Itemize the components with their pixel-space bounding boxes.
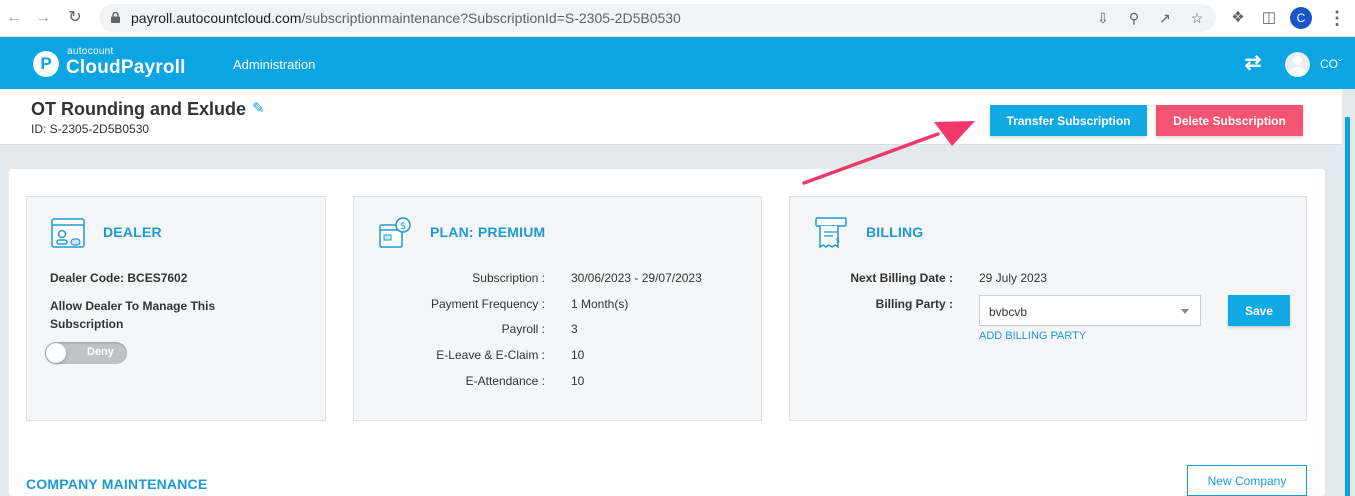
share-icon[interactable]: ↗ (1157, 10, 1173, 26)
side-panel-icon[interactable]: ◫ (1260, 9, 1278, 27)
avatar[interactable] (1285, 52, 1310, 77)
avatar-shoulders (1289, 67, 1306, 77)
plan-row-key: E-Attendance : (465, 374, 545, 388)
switch-icon[interactable]: ⇄ (1241, 53, 1265, 73)
forward-icon[interactable]: → (33, 8, 53, 28)
chevron-down-icon: ˇ (1338, 57, 1342, 71)
save-button[interactable]: Save (1228, 295, 1290, 326)
scrollbar[interactable] (1343, 89, 1355, 496)
next-billing-date-label: Next Billing Date : (850, 271, 953, 285)
plan-row: Payroll : 3 (354, 322, 763, 340)
logo-brand-small: autocount (67, 46, 114, 57)
menu-kebab-icon[interactable]: ⋮ (1328, 8, 1346, 28)
plan-row-value: 10 (571, 374, 585, 388)
url-host: payroll.autocountcloud.com (131, 10, 302, 26)
billing-party-row: Billing Party : (790, 297, 970, 315)
dealer-title: DEALER (103, 224, 162, 240)
billing-receipt-icon: $ (815, 217, 847, 249)
plan-title: PLAN: PREMIUM (430, 224, 546, 240)
allow-dealer-toggle[interactable]: Deny (45, 342, 127, 364)
plan-row: E-Attendance : 10 (354, 374, 763, 392)
scrollbar-thumb[interactable] (1345, 117, 1350, 496)
back-icon[interactable]: ← (4, 8, 24, 28)
nav-administration[interactable]: Administration (233, 57, 315, 72)
plan-row: Subscription : 30/06/2023 - 29/07/2023 (354, 271, 763, 289)
logo-icon[interactable]: P (33, 51, 59, 77)
new-company-button[interactable]: New Company (1187, 465, 1307, 496)
plan-row-value: 30/06/2023 - 29/07/2023 (571, 271, 702, 285)
next-billing-date-value: 29 July 2023 (979, 271, 1048, 285)
add-billing-party-link[interactable]: ADD BILLING PARTY (979, 330, 1086, 342)
pencil-edit-icon[interactable]: ✎ (252, 101, 268, 117)
extensions-icon[interactable]: ❖ (1229, 9, 1247, 27)
billing-next-date-row: Next Billing Date : 29 July 2023 (790, 271, 1308, 289)
dealer-panel: DEALER Dealer Code: BCES7602 Allow Deale… (26, 196, 326, 421)
reload-icon[interactable]: ↻ (65, 8, 85, 28)
delete-subscription-button[interactable]: Delete Subscription (1156, 105, 1303, 136)
billing-title: BILLING (866, 224, 924, 240)
plan-row-value: 1 Month(s) (571, 297, 629, 311)
subscription-card: DEALER Dealer Code: BCES7602 Allow Deale… (9, 169, 1325, 496)
allow-dealer-label: Allow Dealer To Manage This Subscription (50, 299, 216, 331)
dealer-code: Dealer Code: BCES7602 (50, 271, 188, 285)
plan-row-key: E-Leave & E-Claim : (436, 348, 545, 362)
transfer-subscription-button[interactable]: Transfer Subscription (990, 105, 1147, 136)
user-initials: CO (1320, 57, 1338, 71)
chevron-down-icon (1181, 309, 1189, 314)
plan-row-value: 10 (571, 348, 585, 362)
plan-invoice-icon: $ (379, 217, 411, 248)
billing-party-value: bvbcvb (989, 305, 1028, 319)
toggle-label: Deny (87, 346, 114, 358)
lock-icon[interactable] (111, 12, 120, 23)
logo-brand-main[interactable]: CloudPayroll (66, 57, 186, 79)
plan-row-key: Payment Frequency : (430, 297, 545, 311)
billing-panel: $ BILLING Next Billing Date : 29 July 20… (789, 196, 1307, 421)
plan-row-value: 3 (571, 322, 578, 336)
plan-row: E-Leave & E-Claim : 10 (354, 348, 763, 366)
address-bar[interactable]: payroll.autocountcloud.com/subscriptionm… (99, 4, 1216, 32)
dealer-card-icon (51, 218, 85, 248)
user-menu[interactable]: COˇ (1320, 57, 1342, 71)
url-path: /subscriptionmaintenance?SubscriptionId=… (301, 10, 681, 26)
plan-row-key: Subscription : (472, 271, 545, 285)
browser-toolbar: ← → ↻ payroll.autocountcloud.com/subscri… (0, 0, 1355, 37)
download-icon[interactable]: ⇩ (1095, 10, 1111, 26)
svg-text:$: $ (835, 236, 840, 245)
plan-row-key: Payroll : (501, 322, 545, 336)
svg-text:$: $ (400, 221, 406, 232)
company-maintenance-title: COMPANY MAINTENANCE (26, 476, 208, 492)
billing-party-label: Billing Party : (875, 297, 953, 311)
browser-profile-avatar[interactable]: C (1290, 7, 1312, 29)
app-header: P autocount CloudPayroll Administration … (0, 37, 1355, 89)
page-title: OT Rounding and Exlude (31, 99, 246, 119)
avatar-head (1293, 56, 1302, 65)
zoom-icon[interactable]: ⚲ (1126, 10, 1142, 26)
bookmark-star-icon[interactable]: ☆ (1189, 10, 1205, 26)
toggle-knob (46, 343, 66, 363)
plan-row: Payment Frequency : 1 Month(s) (354, 297, 763, 315)
logo-letter: P (40, 54, 52, 73)
subscription-header: OT Rounding and Exlude ✎ ID: S-2305-2D5B… (0, 89, 1342, 145)
url-text[interactable]: payroll.autocountcloud.com/subscriptionm… (131, 4, 681, 32)
billing-party-select[interactable]: bvbcvb (979, 295, 1201, 326)
plan-panel: $ PLAN: PREMIUM Subscription : 30/06/202… (353, 196, 762, 421)
subscription-id: ID: S-2305-2D5B0530 (31, 122, 150, 136)
